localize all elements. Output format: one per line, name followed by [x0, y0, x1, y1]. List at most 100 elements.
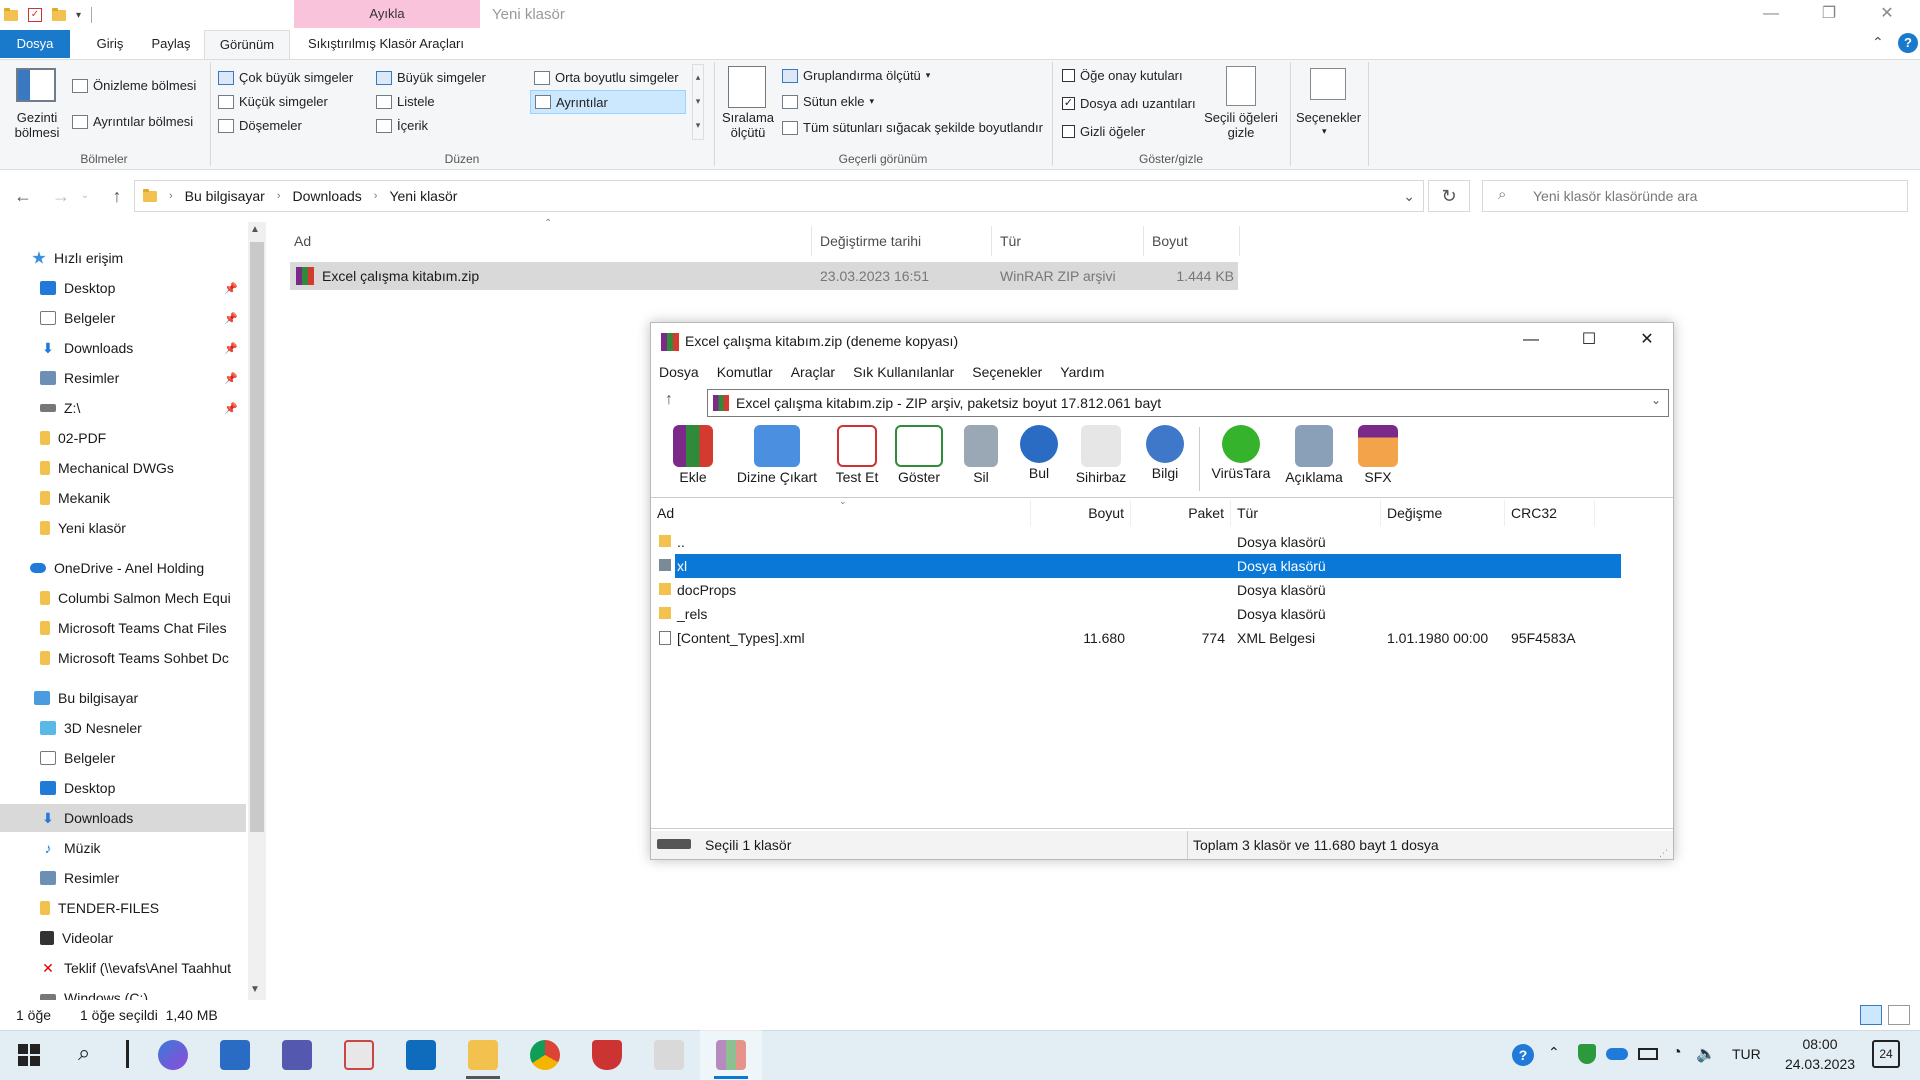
- sidebar-item-folder[interactable]: Mekanik: [0, 484, 246, 512]
- search-input[interactable]: Yeni klasör klasöründe ara: [1482, 180, 1908, 212]
- menu-commands[interactable]: Komutlar: [717, 364, 773, 380]
- collapse-ribbon-icon[interactable]: ⌃: [1872, 34, 1884, 51]
- tool-info[interactable]: Bilgi: [1141, 421, 1189, 499]
- tool-view[interactable]: Göster: [891, 421, 947, 499]
- paint-icon[interactable]: [654, 1040, 684, 1070]
- copilot-icon[interactable]: [158, 1040, 188, 1070]
- pin-icon[interactable]: 📌: [224, 342, 238, 355]
- tool-virus-scan[interactable]: VirüsTara: [1207, 421, 1275, 499]
- sidebar-item-videos[interactable]: Videolar: [0, 924, 246, 952]
- sidebar-item-folder[interactable]: Columbi Salmon Mech Equi: [0, 584, 246, 612]
- sidebar-item-music[interactable]: ♪ Müzik: [0, 834, 246, 862]
- sidebar-item-network-drive[interactable]: Z:\ 📌: [0, 394, 246, 422]
- close-button[interactable]: ✕: [1864, 0, 1910, 30]
- sidebar-item-this-pc[interactable]: Bu bilgisayar: [0, 684, 246, 712]
- notification-center-icon[interactable]: 24: [1872, 1040, 1900, 1068]
- onedrive-icon[interactable]: [1606, 1048, 1628, 1060]
- tool-comment[interactable]: Açıklama: [1279, 421, 1349, 499]
- tool-test[interactable]: Test Et: [829, 421, 885, 499]
- sort-by-icon[interactable]: [728, 66, 766, 108]
- pin-icon[interactable]: 📌: [224, 402, 238, 415]
- store-icon[interactable]: [220, 1040, 250, 1070]
- language-indicator[interactable]: TUR: [1732, 1046, 1761, 1062]
- menu-help[interactable]: Yardım: [1060, 364, 1104, 380]
- preview-pane-button[interactable]: Önizleme bölmesi: [72, 78, 196, 93]
- group-by-button[interactable]: Gruplandırma ölçütü ▾: [782, 68, 930, 83]
- column-header-modified[interactable]: Değişme: [1381, 500, 1505, 526]
- volume-icon[interactable]: 🔈: [1696, 1044, 1716, 1064]
- sidebar-item-drive-c[interactable]: Windows (C:): [0, 984, 246, 1000]
- archive-row[interactable]: _rels Dosya klasörü: [651, 602, 1673, 626]
- breadcrumb-item[interactable]: Bu bilgisayar: [185, 188, 265, 204]
- new-folder-icon[interactable]: [52, 7, 66, 21]
- up-button[interactable]: ↑: [102, 176, 132, 216]
- scroll-down-icon[interactable]: ▼: [250, 984, 260, 995]
- windows-start-icon[interactable]: [18, 1044, 40, 1066]
- archive-row[interactable]: .. Dosya klasörü: [651, 530, 1673, 554]
- details-view-icon[interactable]: [1860, 1005, 1882, 1025]
- minimize-button[interactable]: —: [1748, 0, 1794, 30]
- sort-by-button[interactable]: Sıralama ölçütü: [718, 110, 778, 140]
- tool-extract[interactable]: Dizine Çıkart: [731, 421, 823, 499]
- sidebar-item-quick-access[interactable]: Hızlı erişim: [0, 244, 246, 272]
- large-icons-view-icon[interactable]: [1888, 1005, 1910, 1025]
- view-extra-large-icons[interactable]: Çok büyük simgeler: [218, 70, 353, 85]
- column-header-size[interactable]: Boyut: [1144, 226, 1240, 256]
- sidebar-item-downloads-selected[interactable]: ⬇ Downloads: [0, 804, 246, 832]
- file-explorer-icon[interactable]: [468, 1040, 498, 1070]
- outlook-icon[interactable]: [406, 1040, 436, 1070]
- column-header-name[interactable]: Ad: [651, 500, 1031, 526]
- clock-date[interactable]: 24.03.2023: [1770, 1056, 1870, 1072]
- chrome-icon[interactable]: [530, 1040, 560, 1070]
- pin-icon[interactable]: 📌: [224, 312, 238, 325]
- battery-icon[interactable]: [1638, 1048, 1658, 1060]
- sidebar-item-desktop[interactable]: Desktop 📌: [0, 274, 246, 302]
- sidebar-item-3d-objects[interactable]: 3D Nesneler: [0, 714, 246, 742]
- maximize-button[interactable]: ❐: [1806, 0, 1852, 30]
- security-shield-icon[interactable]: [592, 1040, 622, 1070]
- tool-find[interactable]: Bul: [1015, 421, 1063, 499]
- tool-sfx[interactable]: SFX: [1351, 421, 1405, 499]
- archive-row-selected[interactable]: xl Dosya klasörü: [651, 554, 1673, 578]
- pin-icon[interactable]: 📌: [224, 282, 238, 295]
- help-icon[interactable]: ?: [1898, 33, 1918, 53]
- clock-time[interactable]: 08:00: [1780, 1036, 1860, 1052]
- column-header-type[interactable]: Tür: [992, 226, 1144, 256]
- qa-dropdown-icon[interactable]: ▾: [76, 10, 81, 21]
- winrar-address-bar[interactable]: Excel çalışma kitabım.zip - ZIP arşiv, p…: [707, 389, 1669, 417]
- sidebar-item-folder[interactable]: Microsoft Teams Sohbet Dc: [0, 644, 246, 672]
- tab-share[interactable]: Paylaş: [140, 30, 202, 58]
- tool-wizard[interactable]: Sihirbaz: [1069, 421, 1133, 499]
- tab-file[interactable]: Dosya: [0, 30, 70, 58]
- address-bar[interactable]: › Bu bilgisayar › Downloads › Yeni klasö…: [134, 180, 1424, 212]
- nav-pane-button[interactable]: Gezinti bölmesi: [8, 110, 66, 140]
- view-list[interactable]: Listele: [376, 94, 435, 109]
- winrar-minimize-button[interactable]: —: [1511, 327, 1551, 355]
- column-header-name[interactable]: Ad: [286, 226, 812, 256]
- winrar-up-icon[interactable]: ↑: [665, 391, 673, 409]
- view-large-icons[interactable]: Büyük simgeler: [376, 70, 486, 85]
- file-extensions-toggle[interactable]: ✓ Dosya adı uzantıları: [1062, 96, 1196, 111]
- teams-icon[interactable]: [282, 1040, 312, 1070]
- help-tray-icon[interactable]: ?: [1512, 1044, 1534, 1066]
- refresh-button[interactable]: ↻: [1428, 180, 1470, 212]
- hide-selected-button[interactable]: Seçili öğeleri gizle: [1200, 110, 1282, 140]
- item-checkboxes-toggle[interactable]: Öğe onay kutuları: [1062, 68, 1183, 83]
- archive-row[interactable]: docProps Dosya klasörü: [651, 578, 1673, 602]
- sidebar-scroll-thumb[interactable]: [250, 242, 264, 832]
- column-header-type[interactable]: Tür: [1231, 500, 1381, 526]
- resize-grip-icon[interactable]: ⋰: [1659, 839, 1668, 867]
- sidebar-item-folder[interactable]: TENDER-FILES: [0, 894, 246, 922]
- view-content[interactable]: İçerik: [376, 118, 428, 133]
- search-icon[interactable]: ⌕: [78, 1040, 90, 1066]
- view-medium-icons[interactable]: Orta boyutlu simgeler: [534, 70, 679, 85]
- sidebar-item-desktop[interactable]: Desktop: [0, 774, 246, 802]
- details-pane-button[interactable]: Ayrıntılar bölmesi: [72, 114, 193, 129]
- wifi-icon[interactable]: ◔: [1672, 1044, 1682, 1062]
- view-tiles[interactable]: Döşemeler: [218, 118, 302, 133]
- breadcrumb-item[interactable]: Downloads: [293, 188, 362, 204]
- layout-scroll[interactable]: ▴ ▾ ▾: [692, 64, 704, 140]
- options-button[interactable]: Seçenekler: [1296, 110, 1361, 125]
- task-view-icon[interactable]: [126, 1040, 129, 1068]
- sidebar-item-documents[interactable]: Belgeler: [0, 744, 246, 772]
